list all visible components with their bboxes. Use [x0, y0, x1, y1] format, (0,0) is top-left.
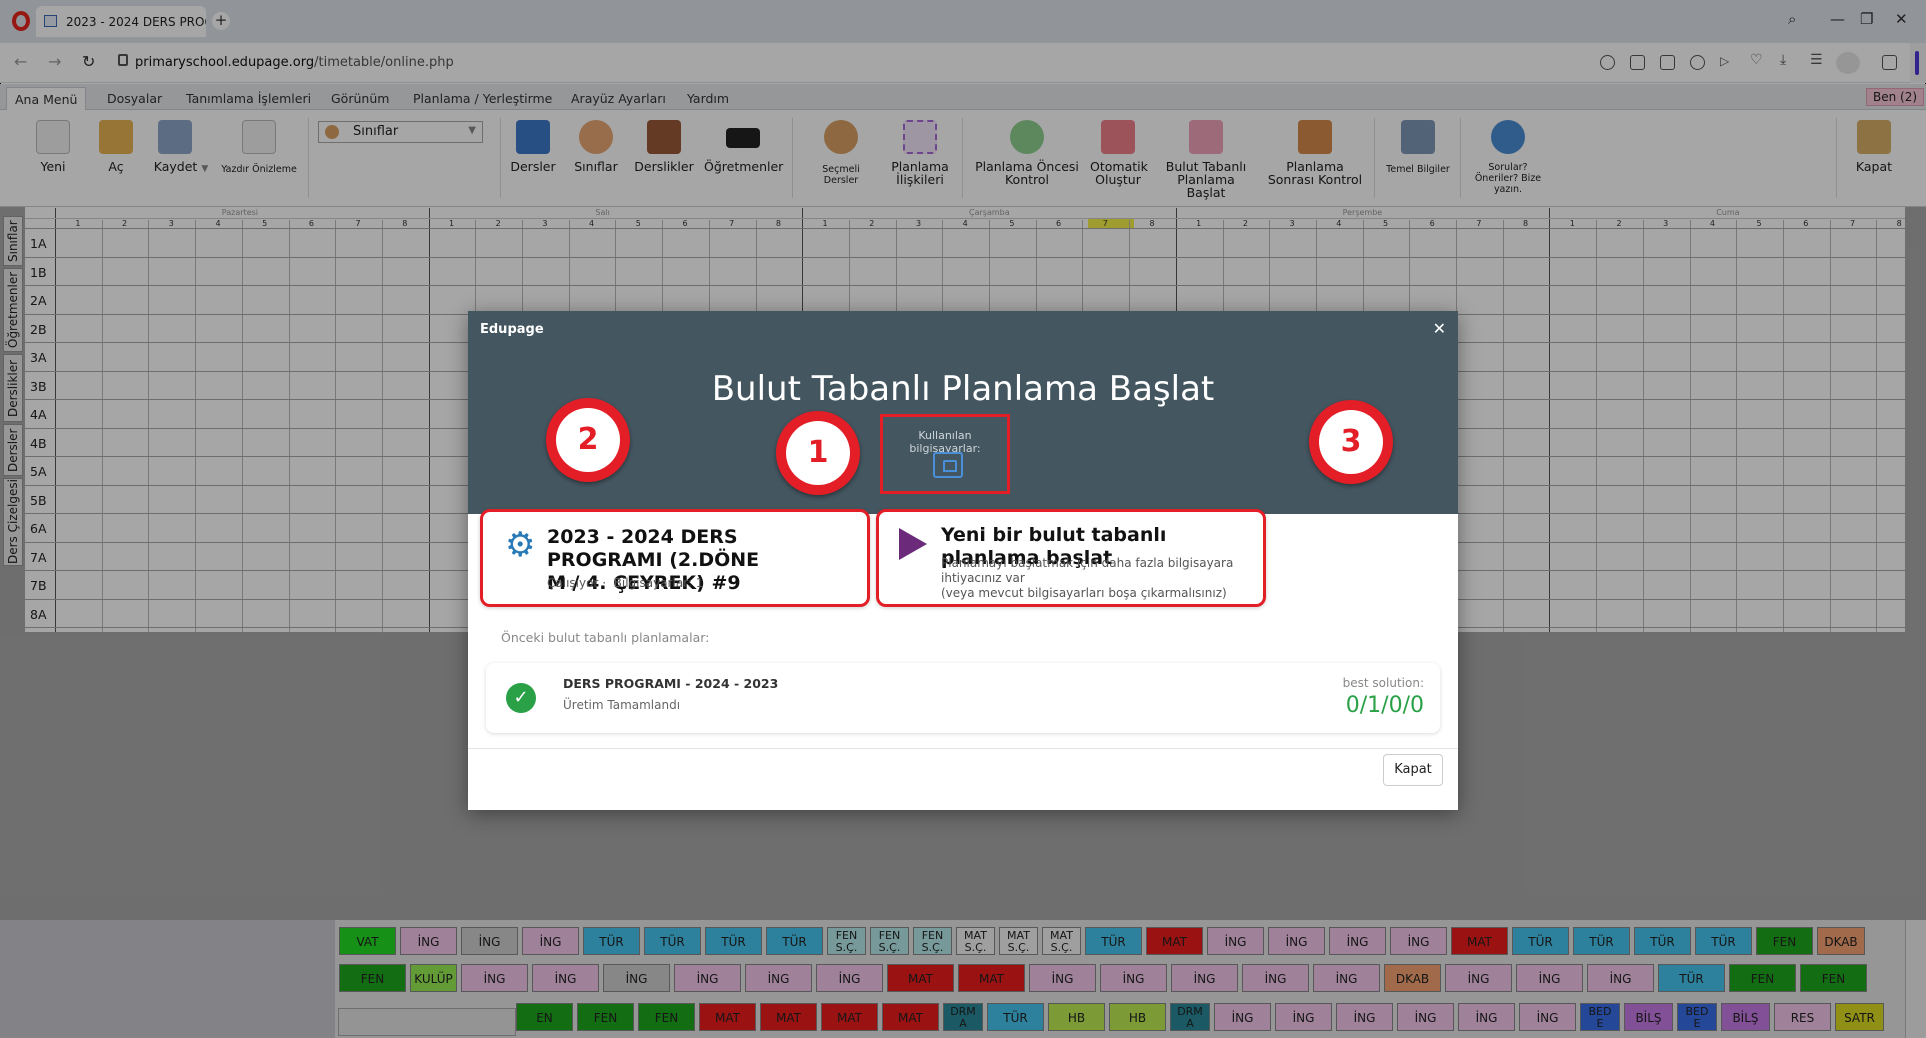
play-icon: [899, 528, 927, 560]
close-icon[interactable]: ✕: [1433, 319, 1446, 338]
check-circle-icon: ✓: [506, 683, 536, 713]
previous-label: Önceki bulut tabanlı planlamalar:: [501, 630, 710, 645]
running-planning-card[interactable]: ⚙ 2023 - 2024 DERS PROGRAMI (2.DÖNE M / 4…: [480, 509, 870, 607]
previous-planning-item[interactable]: ✓ DERS PROGRAMI - 2024 - 2023 Üretim Tam…: [486, 663, 1440, 733]
badge-2: 2: [546, 398, 630, 498]
gear-icon: ⚙: [505, 525, 536, 565]
best-solution-value: 0/1/0/0: [1345, 693, 1424, 718]
new-planning-card[interactable]: Yeni bir bulut tabanlı planlama başlat P…: [876, 509, 1266, 607]
best-solution-label: best solution:: [1342, 676, 1424, 690]
previous-status: Üretim Tamamlandı: [563, 698, 681, 712]
computer-icon[interactable]: [933, 452, 963, 478]
close-dialog-button[interactable]: Kapat: [1383, 754, 1443, 786]
badge-1: 1: [776, 411, 860, 511]
previous-title: DERS PROGRAMI - 2024 - 2023: [563, 676, 779, 691]
running-status: Çalışıyor · Bilgisayarlar: 1: [547, 576, 704, 590]
dialog-title: Edupage: [480, 322, 544, 337]
cloud-planning-dialog: Edupage ✕ Bulut Tabanlı Planlama Başlat …: [468, 311, 1458, 810]
badge-3: 3: [1309, 400, 1393, 500]
new-planning-desc: Planlamayı başlatmak için daha fazla bil…: [941, 556, 1234, 600]
used-computers-box: Kullanılan bilgisayarlar:: [880, 414, 1010, 494]
